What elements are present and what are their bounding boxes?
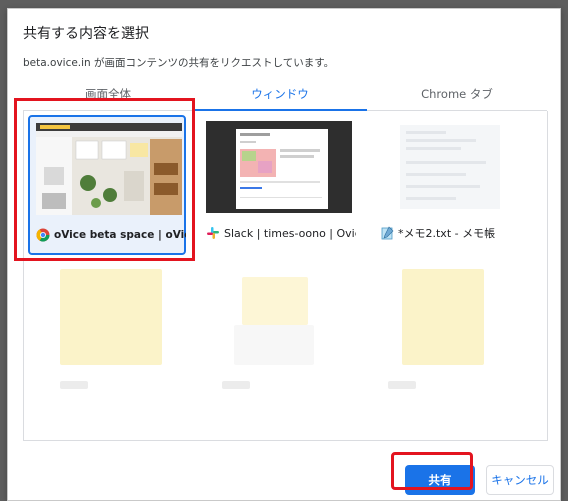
window-thumbnail-hidden-3[interactable]	[402, 269, 484, 365]
window-option-slack[interactable]: Slack | times-oono | Ovice	[200, 115, 358, 255]
tab-window[interactable]: ウィンドウ	[193, 85, 367, 111]
window-label-ovice: oVice beta space | oVic...	[36, 227, 186, 243]
window-option-ovice[interactable]: oVice beta space | oVic...	[28, 115, 186, 255]
dialog-title: 共有する内容を選択	[23, 26, 149, 42]
window-label-hidden-3	[388, 381, 416, 389]
window-thumbnail-hidden-1[interactable]	[60, 269, 162, 365]
window-list: oVice beta space | oVic...	[23, 111, 548, 441]
dialog-subtitle: beta.ovice.in が画面コンテンツの共有をリクエストしています。	[23, 57, 335, 69]
slack-icon	[207, 227, 219, 239]
window-title-notepad: *メモ2.txt - メモ帳	[398, 227, 496, 240]
window-label-hidden-2	[222, 381, 250, 389]
window-label-slack: Slack | times-oono | Ovice	[206, 225, 356, 241]
highlight-frame-share-button	[391, 452, 473, 490]
source-tabs: 画面全体 ウィンドウ Chrome タブ	[23, 85, 547, 111]
window-title-ovice: oVice beta space | oVic...	[54, 229, 186, 241]
tab-chrome-tab[interactable]: Chrome タブ	[367, 85, 547, 111]
cancel-button[interactable]: キャンセル	[486, 465, 554, 495]
window-thumbnail-hidden-2[interactable]	[242, 277, 308, 325]
window-option-notepad[interactable]: *メモ2.txt - メモ帳	[374, 115, 532, 255]
window-thumbnail-ovice	[36, 123, 182, 215]
window-thumbnail-hidden-2b	[234, 325, 314, 365]
notepad-icon	[381, 226, 394, 240]
tab-entire-screen[interactable]: 画面全体	[23, 85, 193, 111]
chrome-icon	[36, 228, 50, 242]
share-dialog: 共有する内容を選択 beta.ovice.in が画面コンテンツの共有をリクエス…	[7, 8, 561, 501]
window-title-slack: Slack | times-oono | Ovice	[224, 226, 356, 240]
window-label-hidden-1	[60, 381, 88, 389]
window-label-notepad: *メモ2.txt - メモ帳	[380, 225, 530, 241]
window-thumbnail-slack	[206, 121, 352, 213]
window-thumbnail-notepad	[380, 121, 526, 213]
